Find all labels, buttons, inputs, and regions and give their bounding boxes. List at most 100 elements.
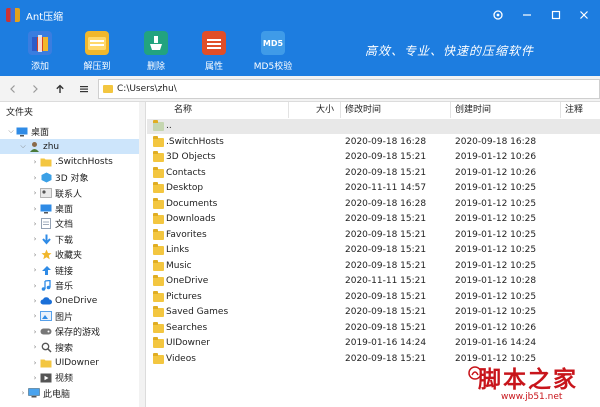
table-row[interactable]: OneDrive 2020-11-11 15:21 2019-01-12 10:28 <box>147 274 600 289</box>
tree-item[interactable]: › 文档 <box>0 216 145 231</box>
column-comment[interactable]: 注释 <box>561 102 600 118</box>
table-row[interactable]: Downloads 2020-09-18 15:21 2019-01-12 10:2… <box>147 212 600 227</box>
tree-item[interactable]: › 保存的游戏 <box>0 324 145 339</box>
folder-icon <box>103 85 113 93</box>
chevron-right-icon[interactable]: › <box>30 266 40 274</box>
forward-button[interactable] <box>27 81 43 97</box>
folder-icon <box>153 337 164 348</box>
table-row[interactable]: 3D Objects 2020-09-18 15:21 2019-01-12 10:… <box>147 150 600 165</box>
cell-size <box>289 352 335 367</box>
tree-item[interactable]: › 桌面 <box>0 201 145 216</box>
settings-icon[interactable] <box>487 4 509 26</box>
tree-item[interactable]: › 图片 <box>0 309 145 324</box>
tree-item[interactable]: › 音乐 <box>0 278 145 293</box>
maximize-button[interactable] <box>545 4 567 26</box>
table-row[interactable]: Links 2020-09-18 15:21 2019-01-12 10:25 <box>147 243 600 258</box>
tree-item[interactable]: › UIDowner <box>0 355 145 370</box>
up-button[interactable] <box>52 81 68 97</box>
cell-created: 2019-01-16 14:24 <box>455 338 537 348</box>
view-list-button[interactable] <box>76 81 92 97</box>
md5-check-label: MD5校验 <box>253 62 293 72</box>
extract-to-button[interactable]: 解压到 <box>72 30 122 72</box>
tree-item[interactable]: › 3D 对象 <box>0 170 145 185</box>
search-icon <box>40 342 52 353</box>
chevron-right-icon[interactable]: › <box>30 205 40 213</box>
table-row[interactable]: Desktop 2020-11-11 14:57 2019-01-12 10:25 <box>147 181 600 196</box>
table-row[interactable]: .SwitchHosts 2020-09-18 16:28 2020-09-18 1… <box>147 135 600 150</box>
chevron-right-icon[interactable]: › <box>30 359 40 367</box>
tree-item[interactable]: ⌵ zhu <box>0 139 145 155</box>
table-row[interactable]: Searches 2020-09-18 15:21 2019-01-12 10:26 <box>147 321 600 336</box>
tree-item-label: 联系人 <box>55 189 83 200</box>
chevron-right-icon[interactable]: › <box>30 158 40 166</box>
tree-item[interactable]: › .SwitchHosts <box>0 155 145 170</box>
tree-item[interactable]: › 视频 <box>0 370 145 385</box>
tree-item[interactable]: › 此电脑 <box>0 386 145 401</box>
user-icon <box>28 141 40 153</box>
cell-created: 2019-01-12 10:26 <box>455 152 537 162</box>
column-modified[interactable]: 修改时间 <box>341 102 451 118</box>
video-icon <box>40 372 52 383</box>
table-row[interactable]: Saved Games 2020-09-18 15:21 2019-01-12 10… <box>147 305 600 320</box>
add-button[interactable]: 添加 <box>15 30 65 72</box>
toolbox-icon <box>202 31 226 55</box>
tree-item[interactable]: › 搜索 <box>0 340 145 355</box>
cell-size <box>289 243 335 258</box>
chevron-down-icon[interactable]: ⌵ <box>6 127 16 136</box>
delete-button[interactable]: 删除 <box>131 30 181 72</box>
chevron-right-icon[interactable]: › <box>30 189 40 197</box>
tree-item[interactable]: › 链接 <box>0 263 145 278</box>
back-button[interactable] <box>5 81 21 97</box>
table-row[interactable]: Music 2020-09-18 15:21 2019-01-12 10:25 <box>147 259 600 274</box>
archive-add-icon <box>28 31 52 55</box>
tree-item[interactable]: › 联系人 <box>0 186 145 201</box>
toolbar: 添加 解压到 删除 属性 MD5 MD5校验 高效、专业、快速的压缩软件 <box>0 30 600 76</box>
folder-icon <box>153 166 164 178</box>
table-row[interactable]: Contacts 2020-09-18 15:21 2019-01-12 10:26 <box>147 166 600 181</box>
chevron-right-icon[interactable]: › <box>30 343 40 351</box>
chevron-right-icon[interactable]: › <box>30 174 40 182</box>
tree-item[interactable]: ⌵ 桌面 <box>0 124 145 139</box>
chevron-right-icon[interactable]: › <box>30 251 40 259</box>
folder-icon <box>153 352 164 364</box>
cell-modified: 2020-09-18 15:21 <box>345 353 427 364</box>
chevron-right-icon[interactable]: › <box>30 312 40 320</box>
delete-label: 删除 <box>146 62 165 72</box>
column-name[interactable]: 名称 <box>147 102 289 118</box>
close-button[interactable] <box>573 4 595 26</box>
folder-icon <box>153 275 164 286</box>
properties-button[interactable]: 属性 <box>189 30 239 72</box>
chevron-right-icon[interactable]: › <box>30 282 40 290</box>
tree-item[interactable]: › 收藏夹 <box>0 247 145 262</box>
cell-name: Links <box>166 245 190 255</box>
chevron-down-icon[interactable]: ⌵ <box>18 142 28 151</box>
chevron-right-icon[interactable]: › <box>30 235 40 243</box>
md5-check-button[interactable]: MD5 MD5校验 <box>248 30 298 72</box>
column-created[interactable]: 创建时间 <box>451 102 561 118</box>
chevron-right-icon[interactable]: › <box>18 389 28 397</box>
chevron-right-icon[interactable]: › <box>30 328 40 336</box>
tree-scrollbar[interactable] <box>139 102 145 407</box>
table-row[interactable]: UIDowner 2019-01-16 14:24 2019-01-16 14:24 <box>147 336 600 351</box>
chevron-right-icon[interactable]: › <box>30 220 40 228</box>
table-row[interactable]: Pictures 2020-09-18 15:21 2019-01-12 10:25 <box>147 290 600 305</box>
folder-icon <box>153 213 164 224</box>
parent-folder-row[interactable]: .. <box>147 119 600 134</box>
minimize-button[interactable] <box>516 4 538 26</box>
tree-item[interactable]: › OneDrive <box>0 293 145 308</box>
path-input[interactable]: C:\Users\zhu\ <box>98 79 600 99</box>
cell-created: 2019-01-12 10:28 <box>455 276 537 286</box>
tree-item[interactable]: › 下载 <box>0 232 145 247</box>
cell-modified: 2020-09-18 15:21 <box>345 229 427 240</box>
cell-created: 2019-01-12 10:26 <box>455 322 537 333</box>
chevron-right-icon[interactable]: › <box>30 374 40 382</box>
cell-size <box>289 305 335 320</box>
table-row[interactable]: Documents 2020-09-18 16:28 2019-01-12 10:2… <box>147 197 600 212</box>
cell-modified: 2020-09-18 15:21 <box>345 214 427 224</box>
chevron-right-icon[interactable]: › <box>30 297 40 305</box>
table-row[interactable]: Favorites 2020-09-18 15:21 2019-01-12 10:2… <box>147 228 600 243</box>
column-size[interactable]: 大小 <box>289 102 341 118</box>
tree-item-label: 保存的游戏 <box>55 328 101 339</box>
cell-created: 2019-01-12 10:25 <box>455 307 537 317</box>
watermark-url: www.jb51.net <box>501 392 563 402</box>
